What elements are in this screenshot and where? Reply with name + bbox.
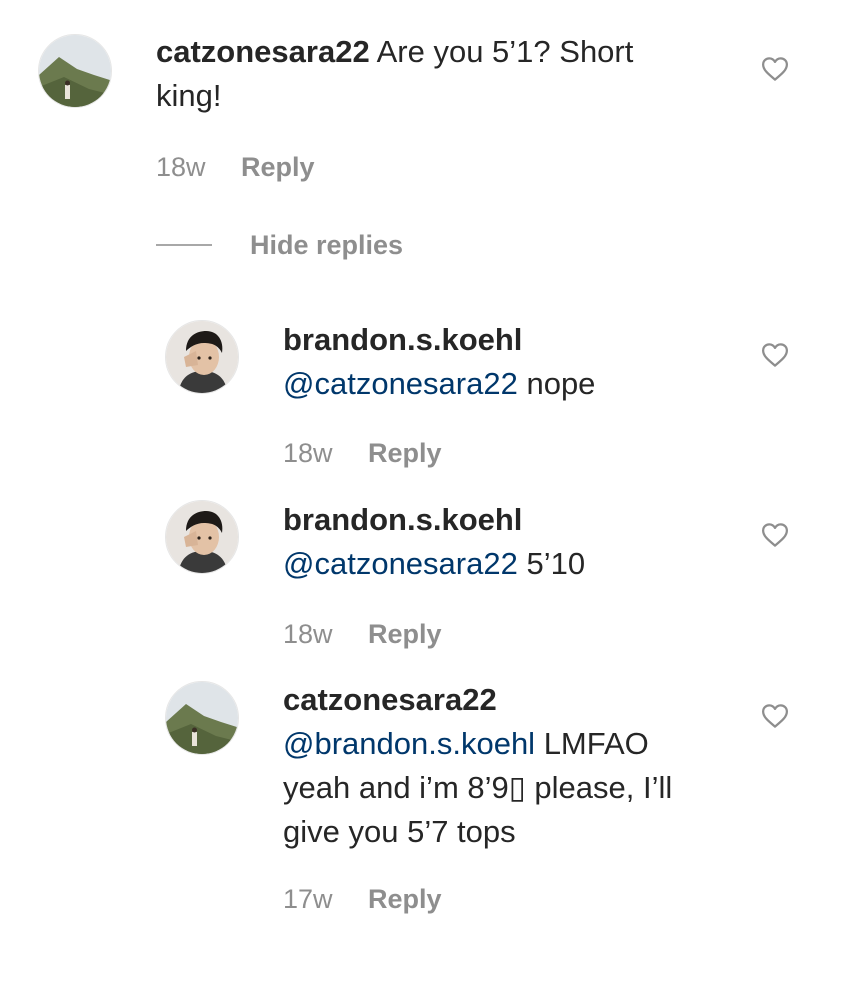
mountain-landscape-icon [166, 682, 238, 754]
reply-meta: 18w Reply [283, 436, 442, 470]
avatar[interactable] [165, 320, 239, 394]
avatar[interactable] [38, 34, 112, 108]
mountain-landscape-icon [39, 35, 111, 107]
reply-timestamp: 18w [283, 619, 333, 649]
reply-text: brandon.s.koehl @catzonesara22 nope [283, 318, 723, 406]
reply-meta: 18w Reply [283, 617, 442, 651]
reply-mention[interactable]: @catzonesara22 [283, 546, 518, 581]
reply-meta: 17w Reply [283, 882, 442, 916]
divider-line [156, 244, 212, 246]
reply-text: brandon.s.koehl @catzonesara22 5’10 [283, 498, 723, 586]
comment-body-line2: king! [156, 78, 222, 113]
avatar[interactable] [165, 500, 239, 574]
hide-replies-label: Hide replies [250, 229, 404, 260]
reply-text: catzonesara22 @brandon.s.koehl LMFAO yea… [283, 678, 723, 854]
reply-body: 5’10 [517, 546, 586, 581]
comment-username[interactable]: catzonesara22 [156, 34, 370, 69]
reply-username[interactable]: brandon.s.koehl [283, 322, 522, 357]
avatar[interactable] [165, 681, 239, 755]
reply-button[interactable]: Reply [368, 884, 442, 914]
reply-button[interactable]: Reply [368, 619, 442, 649]
reply-button[interactable]: Reply [241, 152, 315, 182]
reply-body-line2: yeah and i’m 8’9▯ please, I’ll [283, 770, 673, 805]
reply-body: LMFAO [535, 726, 649, 761]
comment-body: Are you 5’1? Short [376, 34, 634, 69]
reply-timestamp: 18w [283, 438, 333, 468]
reply-mention[interactable]: @brandon.s.koehl [283, 726, 535, 761]
portrait-icon [166, 501, 238, 573]
reply-body-line3: give you 5’7 tops [283, 814, 516, 849]
reply-username[interactable]: catzonesara22 [283, 682, 497, 717]
reply-timestamp: 17w [283, 884, 333, 914]
like-heart-icon[interactable] [760, 54, 790, 84]
reply-body: nope [517, 366, 596, 401]
comment-text: catzonesara22 Are you 5’1? Short king! [156, 30, 696, 118]
reply-mention[interactable]: @catzonesara22 [283, 366, 518, 401]
like-heart-icon[interactable] [760, 340, 790, 370]
comment-meta: 18w Reply [156, 150, 315, 184]
comment-timestamp: 18w [156, 152, 206, 182]
like-heart-icon[interactable] [760, 520, 790, 550]
like-heart-icon[interactable] [760, 701, 790, 731]
reply-button[interactable]: Reply [368, 438, 442, 468]
reply-username[interactable]: brandon.s.koehl [283, 502, 522, 537]
hide-replies-button[interactable]: Hide replies [156, 228, 403, 262]
portrait-icon [166, 321, 238, 393]
